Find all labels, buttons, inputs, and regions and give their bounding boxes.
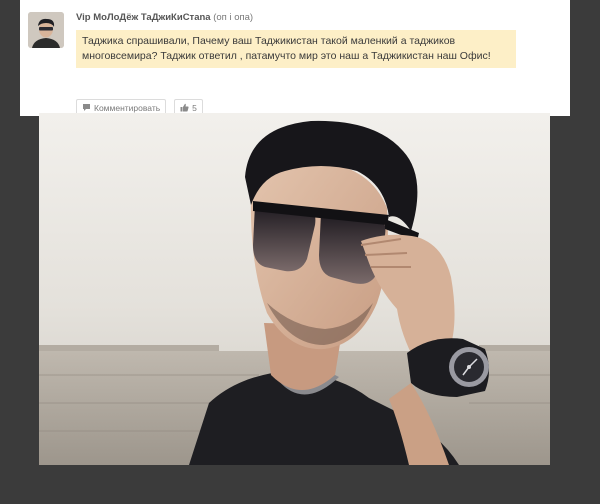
like-count: 5 [192,102,197,113]
author-avatar[interactable] [28,12,64,48]
author-name-suffix: (oп і oпа) [213,12,254,23]
post-message: Таджика спрашивали, Пачему ваш Таджикист… [76,30,516,68]
comment-icon [82,103,91,112]
post-photo[interactable] [39,113,550,465]
author-name-text[interactable]: Vip МоЛоДёж ТаДжиКиСтаnа [76,12,211,23]
author-name[interactable]: Vip МоЛоДёж ТаДжиКиСтаnа (oп і oпа) [76,12,253,23]
comment-button-label: Комментировать [94,102,161,113]
page: Vip МоЛоДёж ТаДжиКиСтаnа (oп і oпа) Тадж… [0,0,600,504]
thumbs-up-icon [180,103,189,112]
post-card: Vip МоЛоДёж ТаДжиКиСтаnа (oп і oпа) Тадж… [20,0,570,116]
